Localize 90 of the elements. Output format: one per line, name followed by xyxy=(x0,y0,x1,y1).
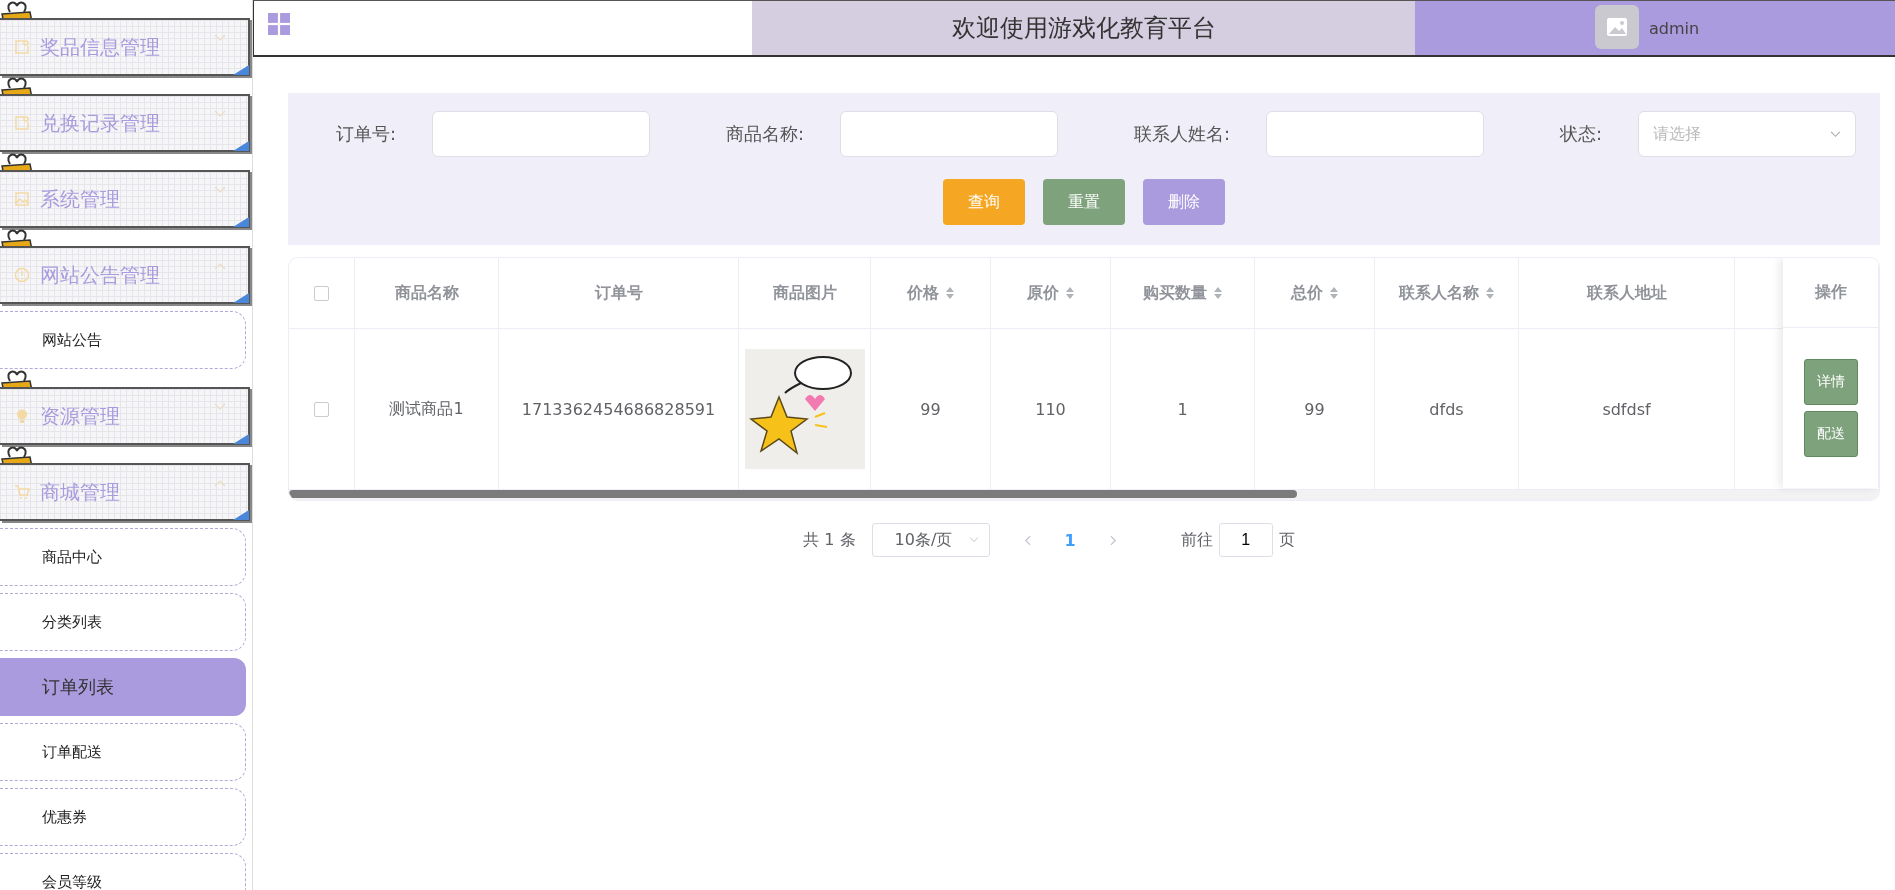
page-suffix: 页 xyxy=(1278,529,1295,551)
page-title: 欢迎使用游戏化教育平台 xyxy=(951,13,1216,44)
scrollbar-thumb[interactable] xyxy=(289,490,1297,498)
column-header: 联系人地址 xyxy=(1586,282,1667,304)
menu-group[interactable]: 资源管理 xyxy=(0,387,250,445)
table-cell: 测试商品1 xyxy=(389,398,464,420)
chevron-down-icon xyxy=(214,34,226,42)
reset-button[interactable]: 重置 xyxy=(1043,179,1125,225)
chevron-up-icon xyxy=(214,262,226,270)
column-header: 价格 xyxy=(906,282,939,304)
chevron-down-icon xyxy=(1830,130,1841,138)
menu-group-title: 系统管理 xyxy=(40,185,120,213)
column-header: 操作 xyxy=(1814,282,1847,303)
document-icon xyxy=(14,115,30,131)
column-header: 商品图片 xyxy=(772,282,837,304)
page-size-select[interactable]: 10条/页 xyxy=(871,523,990,557)
menu-item[interactable]: 分类列表 xyxy=(0,593,246,651)
sort-icon[interactable] xyxy=(1212,286,1223,300)
filter-label: 订单号: xyxy=(336,122,397,146)
menu-group-title: 网站公告管理 xyxy=(40,261,160,289)
column-header: 原价 xyxy=(1026,282,1059,304)
chevron-down-icon xyxy=(214,110,226,118)
menu-group[interactable]: 系统管理 xyxy=(0,170,250,228)
input-field[interactable] xyxy=(1266,111,1484,157)
menu-item[interactable]: 订单配送 xyxy=(0,723,246,781)
table-cell: 99 xyxy=(920,399,941,419)
cart-icon xyxy=(14,484,30,500)
grid-menu-icon[interactable] xyxy=(268,13,290,35)
filter-label: 状态: xyxy=(1559,122,1602,146)
total-count: 共 1 条 xyxy=(803,529,856,551)
page-input[interactable]: 1 xyxy=(1218,523,1273,557)
menu-group[interactable]: 网站公告管理 xyxy=(0,246,250,304)
chevron-down-icon xyxy=(214,403,226,411)
menu-group-title: 兑换记录管理 xyxy=(40,109,160,137)
filter-label: 联系人姓名: xyxy=(1133,122,1230,146)
chevron-up-icon xyxy=(214,479,226,487)
select-field[interactable]: 请选择 xyxy=(1638,111,1856,157)
image-icon xyxy=(14,191,30,207)
column-header: 订单号 xyxy=(594,282,643,304)
menu-item[interactable]: 优惠券 xyxy=(0,788,246,846)
goto-label: 前往 xyxy=(1180,529,1213,551)
column-header: 商品名称 xyxy=(394,282,459,304)
row-action-button[interactable]: 详情 xyxy=(1803,359,1858,405)
bulb-icon xyxy=(14,408,30,424)
next-page-icon[interactable] xyxy=(1109,534,1117,546)
page-fold-icon xyxy=(233,434,249,444)
delete-button[interactable]: 删除 xyxy=(1143,179,1225,225)
previous-page-icon[interactable] xyxy=(1023,534,1031,546)
page-fold-icon xyxy=(233,141,249,151)
chevron-down-icon xyxy=(968,537,979,543)
sort-icon[interactable] xyxy=(1484,286,1495,300)
input-field[interactable] xyxy=(432,111,651,157)
column-header: 总价 xyxy=(1290,282,1323,304)
menu-item[interactable]: 网站公告 xyxy=(0,311,246,369)
table-cell: 1 xyxy=(1177,399,1188,419)
row-action-button[interactable]: 配送 xyxy=(1803,411,1858,457)
page-fold-icon xyxy=(233,217,249,227)
menu-item[interactable]: 会员等级 xyxy=(0,853,246,890)
document-icon xyxy=(14,39,30,55)
page-fold-icon xyxy=(233,510,249,520)
sort-icon[interactable] xyxy=(1064,286,1075,300)
menu-group-title: 奖品信息管理 xyxy=(40,33,160,61)
avatar-image-icon[interactable] xyxy=(1595,5,1639,49)
checkbox[interactable] xyxy=(314,285,329,301)
menu-item[interactable]: 商品中心 xyxy=(0,528,246,586)
table-cell: 110 xyxy=(1035,399,1066,419)
menu-group[interactable]: 奖品信息管理 xyxy=(0,18,250,76)
checkbox[interactable] xyxy=(314,401,329,417)
menu-group-title: 资源管理 xyxy=(40,402,120,430)
menu-group-title: 商城管理 xyxy=(40,478,120,506)
menu-group[interactable]: 兑换记录管理 xyxy=(0,94,250,152)
menu-item[interactable]: 订单列表 xyxy=(0,658,246,716)
chevron-down-icon xyxy=(214,186,226,194)
sort-icon[interactable] xyxy=(944,286,955,300)
menu-group[interactable]: 商城管理 xyxy=(0,463,250,521)
page-number[interactable]: 1 xyxy=(1064,530,1076,550)
input-field[interactable] xyxy=(840,111,1059,157)
username[interactable]: admin xyxy=(1649,18,1700,38)
filter-label: 商品名称: xyxy=(725,122,805,146)
table-cell: dfds xyxy=(1429,399,1464,419)
warning-icon xyxy=(14,267,30,283)
page-fold-icon xyxy=(233,65,249,75)
table-cell: 99 xyxy=(1304,399,1325,419)
page-fold-icon xyxy=(233,293,249,303)
column-header: 联系人名称 xyxy=(1398,282,1479,304)
column-header: 购买数量 xyxy=(1142,282,1207,304)
search-button[interactable]: 查询 xyxy=(943,179,1025,225)
sort-icon[interactable] xyxy=(1328,286,1339,300)
table-cell: 1713362454686828591 xyxy=(521,399,716,419)
table-cell: sdfdsf xyxy=(1602,399,1651,419)
